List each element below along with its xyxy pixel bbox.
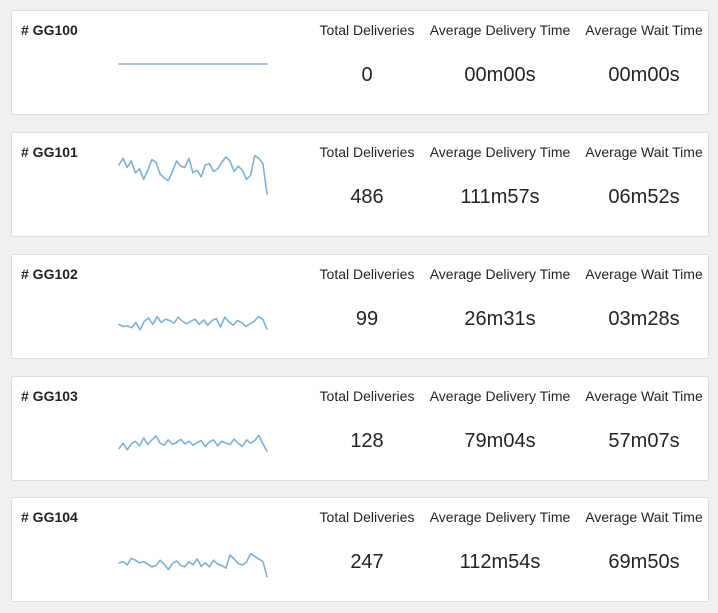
stat-label: Average Wait Time — [585, 266, 703, 282]
stat-label: Average Wait Time — [585, 22, 703, 38]
stat-value: 00m00s — [464, 64, 536, 86]
card-id: # GG102 — [21, 266, 78, 282]
stat-value: 57m07s — [608, 430, 680, 452]
stat-value: 111m57s — [460, 186, 540, 208]
trend-sparkline — [118, 315, 268, 331]
stat-value: 79m04s — [464, 430, 536, 452]
trend-sparkline — [118, 63, 268, 65]
stat-value: 26m31s — [464, 308, 536, 330]
stat-value: 128 — [350, 430, 384, 452]
trend-sparkline — [118, 434, 268, 452]
stat-total-deliveries: Total Deliveries 486 — [312, 133, 422, 238]
stat-label: Total Deliveries — [319, 388, 415, 404]
stat-label: Total Deliveries — [319, 266, 415, 282]
stat-average-wait-time: Average Wait Time 03m28s — [580, 255, 708, 360]
stat-average-delivery-time: Average Delivery Time 111m57s — [425, 133, 575, 238]
stat-average-wait-time: Average Wait Time 00m00s — [580, 11, 708, 116]
delivery-stats-list: # GG100 Total Deliveries 0 Average Deliv… — [0, 0, 718, 613]
trend-sparkline — [118, 552, 268, 578]
stat-average-wait-time: Average Wait Time 57m07s — [580, 377, 708, 482]
stat-average-delivery-time: Average Delivery Time 26m31s — [425, 255, 575, 360]
stat-total-deliveries: Total Deliveries 247 — [312, 498, 422, 603]
stat-value: 112m54s — [459, 551, 541, 573]
stats-card-gg100: # GG100 Total Deliveries 0 Average Deliv… — [11, 10, 709, 115]
sparkline-path — [118, 552, 268, 578]
stat-label: Total Deliveries — [319, 144, 415, 160]
stat-average-wait-time: Average Wait Time 69m50s — [580, 498, 708, 603]
card-id: # GG100 — [21, 22, 78, 38]
stat-label: Average Delivery Time — [429, 509, 571, 525]
stat-label: Average Delivery Time — [429, 144, 571, 160]
stat-label: Total Deliveries — [319, 509, 415, 525]
card-id: # GG104 — [21, 509, 78, 525]
sparkline-path — [118, 434, 268, 452]
stat-label: Average Delivery Time — [429, 22, 571, 38]
stat-value: 69m50s — [608, 551, 680, 573]
stats-card-gg103: # GG103 Total Deliveries 128 Average Del… — [11, 376, 709, 481]
stat-value: 00m00s — [608, 64, 680, 86]
stat-value: 06m52s — [608, 186, 680, 208]
trend-sparkline — [118, 154, 268, 195]
stat-value: 486 — [350, 186, 384, 208]
sparkline-path — [118, 315, 268, 331]
stat-average-delivery-time: Average Delivery Time 112m54s — [425, 498, 575, 603]
stat-label: Average Delivery Time — [429, 388, 571, 404]
stat-average-wait-time: Average Wait Time 06m52s — [580, 133, 708, 238]
stat-average-delivery-time: Average Delivery Time 79m04s — [425, 377, 575, 482]
stat-value: 247 — [350, 551, 384, 573]
stat-label: Average Delivery Time — [429, 266, 571, 282]
stat-value: 0 — [361, 64, 373, 86]
stat-label: Average Wait Time — [585, 509, 703, 525]
card-id: # GG103 — [21, 388, 78, 404]
stats-card-gg102: # GG102 Total Deliveries 99 Average Deli… — [11, 254, 709, 359]
stat-average-delivery-time: Average Delivery Time 00m00s — [425, 11, 575, 116]
stat-total-deliveries: Total Deliveries 0 — [312, 11, 422, 116]
stat-value: 03m28s — [608, 308, 680, 330]
sparkline-path — [118, 154, 268, 195]
stat-total-deliveries: Total Deliveries 128 — [312, 377, 422, 482]
stats-card-gg104: # GG104 Total Deliveries 247 Average Del… — [11, 497, 709, 602]
stat-label: Average Wait Time — [585, 144, 703, 160]
stats-card-gg101: # GG101 Total Deliveries 486 Average Del… — [11, 132, 709, 237]
stat-label: Average Wait Time — [585, 388, 703, 404]
stat-total-deliveries: Total Deliveries 99 — [312, 255, 422, 360]
card-id: # GG101 — [21, 144, 78, 160]
stat-label: Total Deliveries — [319, 22, 415, 38]
stat-value: 99 — [355, 308, 379, 330]
